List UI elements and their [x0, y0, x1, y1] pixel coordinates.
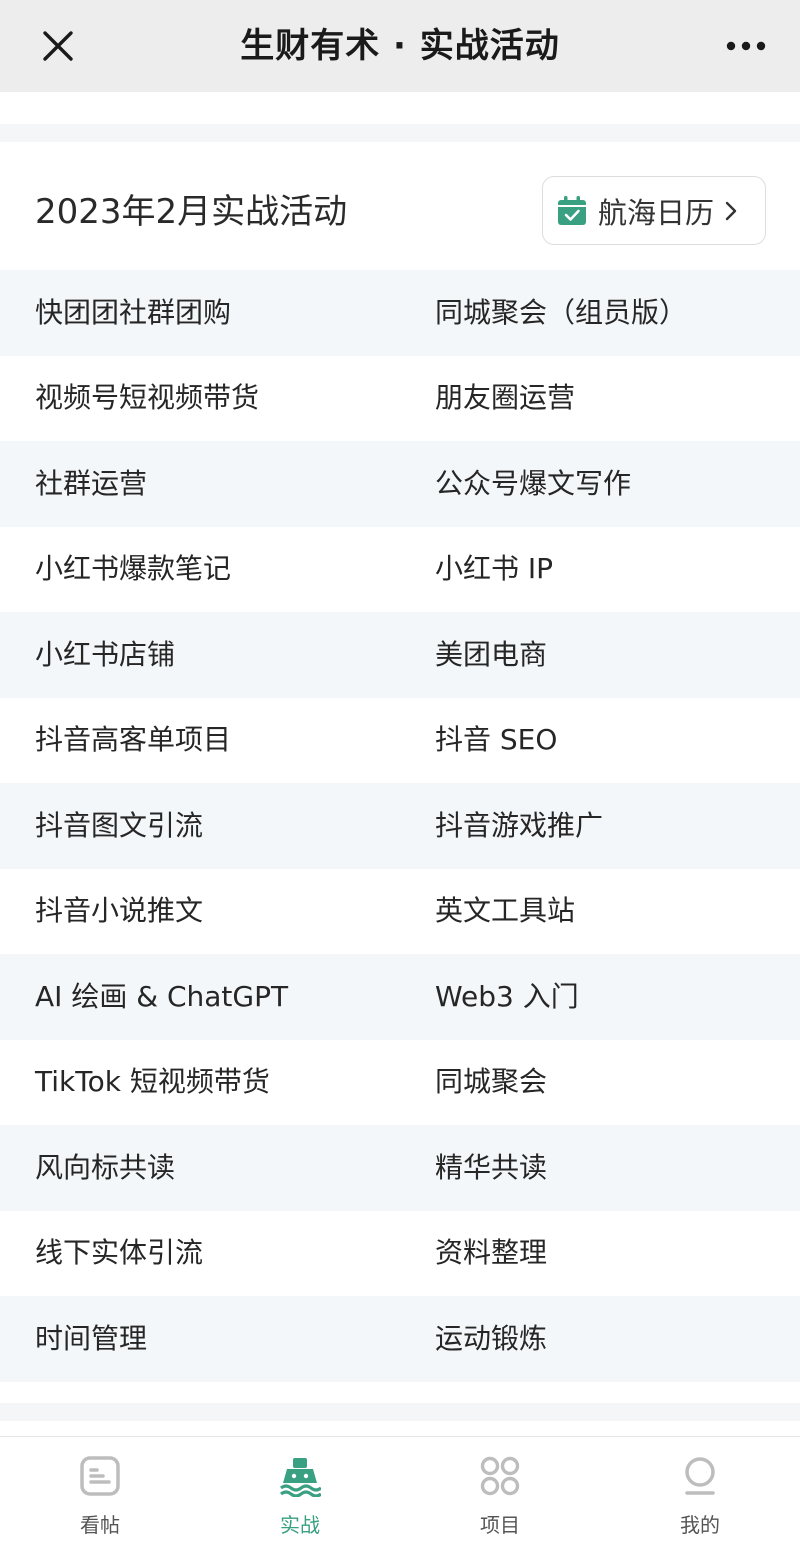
tab-label: 看帖 [80, 1513, 120, 1537]
profile-icon [685, 1457, 715, 1495]
activity-row: 抖音图文引流 抖音游戏推广 [0, 783, 800, 869]
more-button[interactable] [716, 16, 776, 76]
tab-practice[interactable]: 实战 [200, 1437, 400, 1557]
section-title: 2023年2月实战活动 [35, 192, 348, 232]
activity-item[interactable]: 线下实体引流 [0, 1233, 400, 1273]
tab-posts[interactable]: 看帖 [0, 1437, 200, 1557]
activity-item[interactable]: 抖音游戏推广 [400, 806, 800, 846]
nav-header: 生财有术 · 实战活动 [0, 0, 800, 92]
grid-circles-icon [480, 1456, 520, 1496]
activity-item[interactable]: 英文工具站 [400, 891, 800, 931]
tab-label: 项目 [480, 1513, 520, 1537]
activity-item[interactable]: 快团团社群团购 [0, 293, 400, 333]
activity-item[interactable]: 美团电商 [400, 635, 800, 675]
section-divider [0, 124, 800, 142]
activity-item[interactable]: 资料整理 [400, 1233, 800, 1273]
activity-item[interactable]: 运动锻炼 [400, 1319, 800, 1359]
activity-item[interactable]: 精华共读 [400, 1148, 800, 1188]
activity-item[interactable]: 同城聚会 [400, 1062, 800, 1102]
tab-label: 我的 [680, 1513, 720, 1537]
tab-mine[interactable]: 我的 [600, 1437, 800, 1557]
more-dots-icon [726, 41, 766, 51]
activity-item[interactable]: 风向标共读 [0, 1148, 400, 1188]
activity-row: 时间管理 运动锻炼 [0, 1296, 800, 1382]
calendar-check-icon [558, 195, 586, 225]
calendar-button-label: 航海日历 [598, 195, 715, 230]
tab-bar: 看帖 实战 项目 我的 [0, 1436, 800, 1557]
activity-item[interactable]: 抖音高客单项目 [0, 720, 400, 760]
activity-item[interactable]: 小红书爆款笔记 [0, 549, 400, 589]
activity-row: 社群运营 公众号爆文写作 [0, 441, 800, 527]
activity-item[interactable]: 小红书店铺 [0, 635, 400, 675]
calendar-button[interactable]: 航海日历 [542, 176, 766, 245]
activity-item[interactable]: TikTok 短视频带货 [0, 1062, 400, 1102]
activity-row: AI 绘画 & ChatGPT Web3 入门 [0, 954, 800, 1040]
activity-item[interactable]: 时间管理 [0, 1319, 400, 1359]
activity-item[interactable]: 公众号爆文写作 [400, 464, 800, 504]
page-title: 生财有术 · 实战活动 [240, 26, 560, 66]
activity-row: 快团团社群团购 同城聚会（组员版） [0, 270, 800, 356]
activity-row: TikTok 短视频带货 同城聚会 [0, 1040, 800, 1126]
activity-row: 抖音小说推文 英文工具站 [0, 869, 800, 955]
activity-item[interactable]: AI 绘画 & ChatGPT [0, 977, 400, 1017]
activity-item[interactable]: 同城聚会（组员版） [400, 293, 800, 333]
chevron-right-icon [724, 200, 738, 222]
activity-item[interactable]: 朋友圈运营 [400, 378, 800, 418]
activity-grid: 快团团社群团购 同城聚会（组员版） 视频号短视频带货 朋友圈运营 社群运营 公众号爆文写作… [0, 270, 800, 1382]
activity-row: 线下实体引流 资料整理 [0, 1211, 800, 1297]
tab-label: 实战 [280, 1513, 320, 1537]
activity-item[interactable]: 抖音图文引流 [0, 806, 400, 846]
activity-row: 视频号短视频带货 朋友圈运营 [0, 356, 800, 442]
activity-row: 小红书爆款笔记 小红书 IP [0, 527, 800, 613]
activity-item[interactable]: 社群运营 [0, 464, 400, 504]
bottom-divider [0, 1403, 800, 1421]
activity-item[interactable]: 小红书 IP [400, 549, 800, 589]
activity-row: 小红书店铺 美团电商 [0, 612, 800, 698]
activity-item[interactable]: Web3 入门 [400, 977, 800, 1017]
activity-item[interactable]: 抖音小说推文 [0, 891, 400, 931]
page: 生财有术 · 实战活动 2023年2月实战活动 航海日历 快团团社群团购同城聚 [0, 0, 800, 1557]
ship-icon [280, 1458, 321, 1497]
activity-row: 风向标共读 精华共读 [0, 1125, 800, 1211]
tab-projects[interactable]: 项目 [400, 1437, 600, 1557]
activity-item[interactable]: 抖音 SEO [400, 720, 800, 760]
activity-item[interactable]: 视频号短视频带货 [0, 378, 400, 418]
posts-icon [80, 1456, 120, 1496]
activity-row: 抖音高客单项目 抖音 SEO [0, 698, 800, 784]
